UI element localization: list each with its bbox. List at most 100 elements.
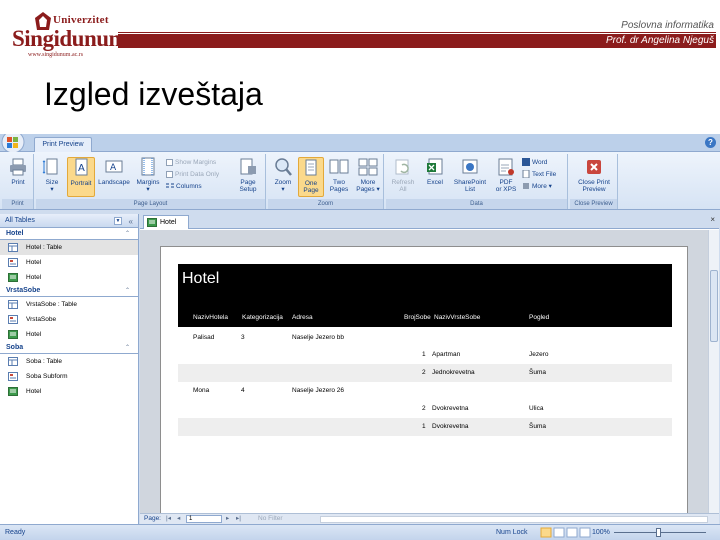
refresh-all-button[interactable]: Refresh All <box>388 157 418 197</box>
previous-page-icon[interactable]: ◂ <box>177 514 180 524</box>
text-file-export-button[interactable]: Text File <box>522 170 556 180</box>
tab-print-preview[interactable]: Print Preview <box>34 137 92 153</box>
table-cell: 2 <box>422 405 426 412</box>
columns-option[interactable]: Columns <box>166 182 202 192</box>
collapse-group-icon[interactable]: ⌃ <box>125 228 130 240</box>
print-preview-canvas[interactable]: Hotel NazivHotela Kategorizacija Adresa … <box>140 230 708 514</box>
table-row: 1 Apartman Jezero <box>178 346 672 364</box>
table-cell: Naselje Jezero bb <box>292 334 345 341</box>
filter-indicator[interactable]: No Filter <box>258 514 283 524</box>
more-pages-button[interactable]: More Pages ▾ <box>354 157 382 197</box>
collapse-group-icon[interactable]: ⌃ <box>125 342 130 354</box>
office-button-icon[interactable] <box>0 134 30 154</box>
table-row: 1 Dvokrevetna Šuma <box>178 418 672 436</box>
collapse-icon[interactable]: « <box>129 215 133 229</box>
table-icon <box>8 300 18 309</box>
print-data-only-checkbox[interactable] <box>166 170 173 178</box>
column-header: BrojSobe <box>404 314 431 321</box>
university-logo: Univerzitet Singidunum www.singidunum.ac… <box>8 12 128 58</box>
pdf-xps-button[interactable]: PDF or XPS <box>492 157 520 197</box>
table-cell: 1 <box>422 351 426 358</box>
table-cell: Ulica <box>529 405 544 412</box>
page-setup-button[interactable]: Page Setup <box>234 157 262 197</box>
next-page-icon[interactable]: ▸ <box>226 514 229 524</box>
word-export-button[interactable]: Word <box>522 158 547 168</box>
group-zoom: Zoom ▾ One Page Two Pages More Pages ▾ Z… <box>268 154 384 209</box>
nav-item-vrstasobe-report[interactable]: Hotel <box>0 327 138 342</box>
excel-export-button[interactable]: Excel <box>422 157 448 197</box>
show-margins-option[interactable]: Show Margins <box>166 158 216 168</box>
report-page: Hotel NazivHotela Kategorizacija Adresa … <box>160 246 688 514</box>
report-header-band: Hotel NazivHotela Kategorizacija Adresa … <box>178 264 672 327</box>
margins-icon <box>141 157 155 176</box>
page-label: Page: <box>144 515 161 522</box>
nav-header[interactable]: All Tables ▼ « <box>0 214 138 228</box>
print-data-only-option[interactable]: Print Data Only <box>166 170 219 180</box>
table-row: Palisad 3 Naselje Jezero bb <box>178 329 672 347</box>
close-print-preview-button[interactable]: Close Print Preview <box>572 157 616 197</box>
help-icon[interactable]: ? <box>705 137 716 148</box>
collapse-group-icon[interactable]: ⌃ <box>125 285 130 297</box>
printer-icon <box>10 158 26 176</box>
group-label-data: Data <box>386 199 567 209</box>
logo-university: Univerzitet <box>53 14 109 26</box>
more-pages-icon <box>358 158 378 176</box>
vertical-scrollbar[interactable] <box>708 230 719 514</box>
document-tabbar: Hotel × <box>140 214 719 229</box>
status-bar: Ready Num Lock 100% <box>0 524 720 540</box>
nav-item-soba-table[interactable]: Soba : Table <box>0 354 138 369</box>
sharepoint-list-button[interactable]: SharePoint List <box>450 157 490 197</box>
close-icon[interactable]: × <box>710 215 715 224</box>
show-margins-checkbox[interactable] <box>166 158 173 166</box>
ribbon: Print Print Size ▾ A Portrait A Landscap… <box>0 152 720 210</box>
table-cell: Šuma <box>529 423 546 430</box>
size-button[interactable]: Size ▾ <box>39 157 65 197</box>
columns-icon <box>166 183 174 188</box>
table-cell: Jednokrevetna <box>432 369 475 376</box>
two-pages-button[interactable]: Two Pages <box>326 157 352 197</box>
nav-item-hotel-report[interactable]: Hotel <box>0 270 138 285</box>
table-row: 2 Dvokrevetna Ulica <box>178 400 672 418</box>
nav-item-soba-subform[interactable]: Soba Subform <box>0 369 138 384</box>
landscape-button[interactable]: A Landscape <box>97 157 131 197</box>
one-page-button[interactable]: One Page <box>298 157 324 197</box>
last-page-icon[interactable]: ▸| <box>236 514 241 524</box>
zoom-slider[interactable] <box>614 528 706 537</box>
text-file-icon <box>522 170 530 179</box>
page-number-input[interactable]: 1 <box>186 515 222 523</box>
print-button[interactable]: Print <box>4 157 32 197</box>
sharepoint-icon <box>462 159 478 174</box>
report-icon <box>147 218 157 227</box>
landscape-icon: A <box>105 160 123 173</box>
view-switcher-icons[interactable] <box>540 527 596 538</box>
nav-group-hotel[interactable]: Hotel ⌃ <box>0 228 138 240</box>
one-page-icon <box>305 159 317 176</box>
column-header: NazivHotela <box>193 314 229 321</box>
nav-item-hotel-table[interactable]: Hotel : Table <box>0 240 138 255</box>
nav-group-soba[interactable]: Soba ⌃ <box>0 342 138 354</box>
zoom-button[interactable]: Zoom ▾ <box>270 157 296 197</box>
nav-item-vrstasobe-form[interactable]: VrstaSobe <box>0 312 138 327</box>
table-cell: 4 <box>241 387 245 394</box>
margins-button[interactable]: Margins ▾ <box>133 157 163 197</box>
horizontal-scrollbar[interactable] <box>320 516 708 523</box>
nav-item-soba-report[interactable]: Hotel <box>0 384 138 399</box>
ribbon-tabbar: Print Preview ? <box>0 134 720 154</box>
two-pages-icon <box>329 159 349 174</box>
nav-item-hotel-form[interactable]: Hotel <box>0 255 138 270</box>
table-icon <box>8 357 18 366</box>
nav-item-vrstasobe-table[interactable]: VrstaSobe : Table <box>0 297 138 312</box>
document-tab-hotel[interactable]: Hotel <box>143 215 189 229</box>
page-setup-icon <box>240 158 256 175</box>
close-preview-icon <box>587 160 601 174</box>
excel-icon <box>427 158 443 175</box>
scroll-thumb[interactable] <box>710 270 718 342</box>
more-export-button[interactable]: More ▾ <box>522 182 552 192</box>
nav-group-vrstasobe[interactable]: VrstaSobe ⌃ <box>0 285 138 297</box>
zoom-slider-knob[interactable] <box>656 528 661 537</box>
first-page-icon[interactable]: |◂ <box>166 514 171 524</box>
chevron-down-icon[interactable]: ▼ <box>114 217 122 225</box>
page-size-icon <box>42 158 58 175</box>
logo-name: Singidunum <box>12 26 128 51</box>
portrait-button[interactable]: A Portrait <box>67 157 95 197</box>
